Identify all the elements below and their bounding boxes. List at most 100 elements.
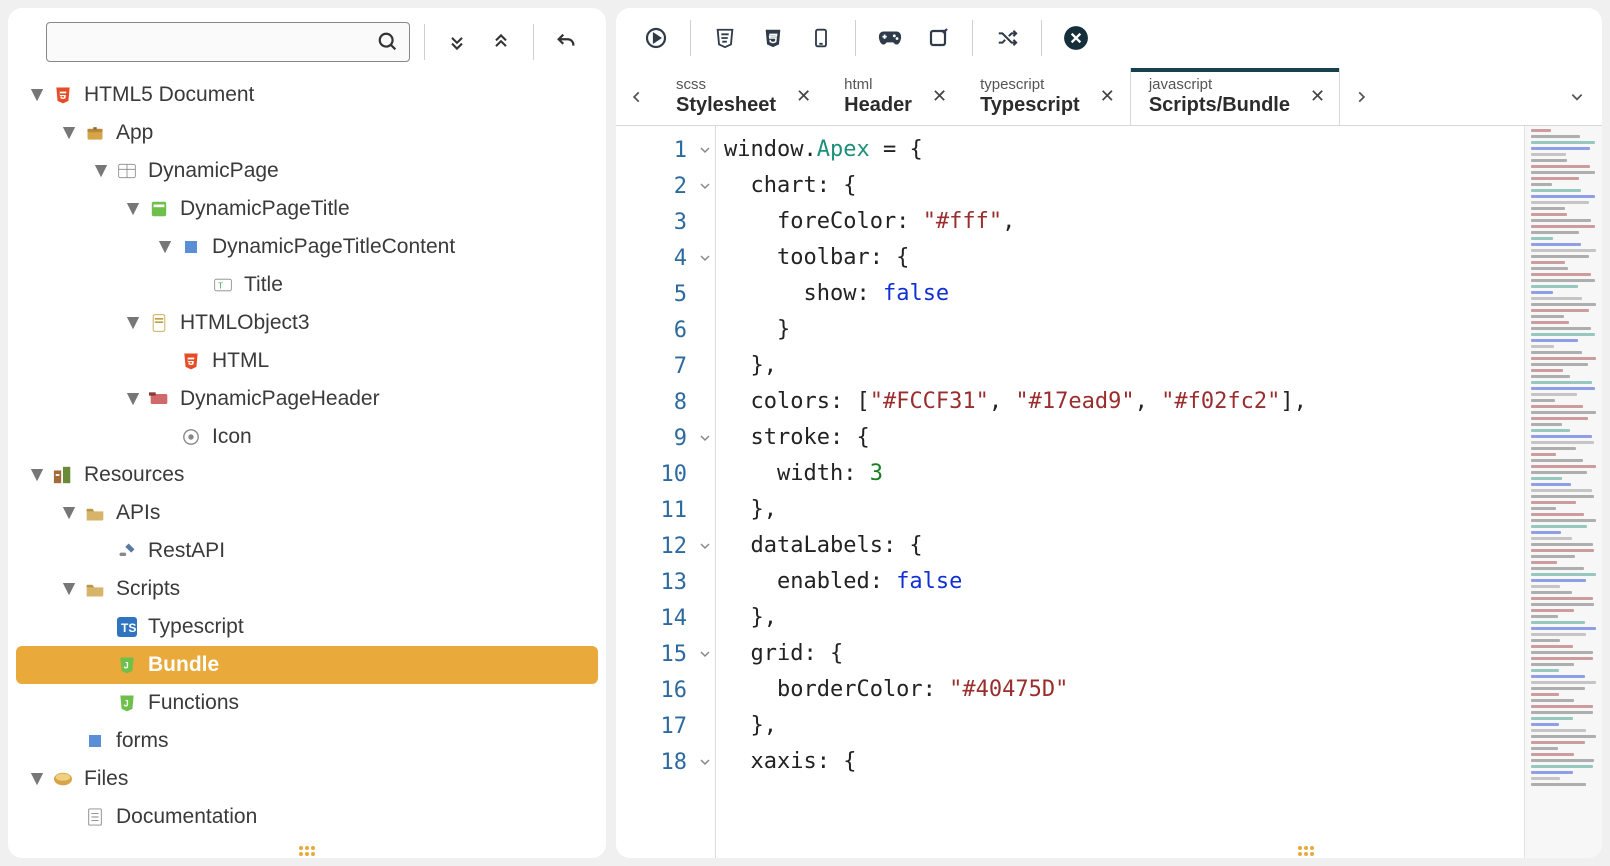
code-line[interactable]: window.Apex = {	[724, 132, 1524, 168]
shuffle-icon[interactable]	[987, 18, 1027, 58]
code-line[interactable]: show: false	[724, 276, 1524, 312]
search-input[interactable]	[47, 26, 367, 58]
code-line[interactable]: }	[724, 312, 1524, 348]
code-line[interactable]: xaxis: {	[724, 744, 1524, 780]
twisty-icon[interactable]: ▼	[28, 83, 46, 107]
tree-item[interactable]: Documentation	[16, 798, 598, 836]
search-icon[interactable]	[367, 31, 409, 53]
line-number[interactable]: 9	[616, 420, 715, 456]
twisty-icon[interactable]: ▼	[124, 197, 142, 221]
html5-filled-icon[interactable]	[753, 18, 793, 58]
code-line[interactable]: chart: {	[724, 168, 1524, 204]
fold-icon[interactable]	[699, 252, 711, 264]
twisty-icon[interactable]: ▼	[28, 767, 46, 791]
editor-tab[interactable]: scssStylesheet✕	[658, 68, 826, 125]
line-gutter[interactable]: 123456789101112131415161718	[616, 126, 716, 858]
code-line[interactable]: },	[724, 492, 1524, 528]
line-number[interactable]: 17	[616, 708, 715, 744]
gamepad-icon[interactable]	[870, 18, 910, 58]
tree-item[interactable]: ▼HTML5 Document	[16, 76, 598, 114]
tab-scroll-right-button[interactable]	[1340, 68, 1382, 125]
twisty-icon[interactable]: ▼	[156, 235, 174, 259]
code-line[interactable]: dataLabels: {	[724, 528, 1524, 564]
search-input-wrap[interactable]	[46, 22, 410, 62]
tree-item[interactable]: ▼Resources	[16, 456, 598, 494]
editor-tab[interactable]: typescriptTypescript✕	[962, 68, 1130, 125]
line-number[interactable]: 18	[616, 744, 715, 780]
collapse-all-button[interactable]	[483, 24, 519, 60]
line-number[interactable]: 1	[616, 132, 715, 168]
line-number[interactable]: 15	[616, 636, 715, 672]
tab-overflow-button[interactable]	[1552, 68, 1602, 125]
tree-item[interactable]: ▼Files	[16, 760, 598, 798]
twisty-icon[interactable]: ▼	[60, 577, 78, 601]
line-number[interactable]: 16	[616, 672, 715, 708]
close-circle-icon[interactable]	[1056, 18, 1096, 58]
tree-item[interactable]: ▼DynamicPageTitle	[16, 190, 598, 228]
tree-item[interactable]: RestAPI	[16, 532, 598, 570]
line-number[interactable]: 4	[616, 240, 715, 276]
undo-button[interactable]	[548, 24, 584, 60]
code-line[interactable]: foreColor: "#fff",	[724, 204, 1524, 240]
tab-scroll-left-button[interactable]	[616, 68, 658, 125]
fold-icon[interactable]	[699, 144, 711, 156]
line-number[interactable]: 12	[616, 528, 715, 564]
run-button[interactable]	[636, 18, 676, 58]
twisty-icon[interactable]: ▼	[124, 387, 142, 411]
line-number[interactable]: 14	[616, 600, 715, 636]
tab-close-icon[interactable]: ✕	[932, 86, 947, 107]
code-line[interactable]: grid: {	[724, 636, 1524, 672]
tree-item[interactable]: ▼HTMLObject3	[16, 304, 598, 342]
tree-item[interactable]: ▼DynamicPageHeader	[16, 380, 598, 418]
line-number[interactable]: 11	[616, 492, 715, 528]
code-line[interactable]: width: 3	[724, 456, 1524, 492]
tab-close-icon[interactable]: ✕	[796, 86, 811, 107]
tree-item[interactable]: ▼APIs	[16, 494, 598, 532]
fold-icon[interactable]	[699, 648, 711, 660]
tree-view[interactable]: ▼HTML5 Document▼App▼DynamicPage▼DynamicP…	[8, 76, 606, 858]
html5-outline-icon[interactable]	[705, 18, 745, 58]
tree-item[interactable]: HTML	[16, 342, 598, 380]
fold-icon[interactable]	[699, 180, 711, 192]
expand-all-button[interactable]	[439, 24, 475, 60]
editor-tab[interactable]: javascriptScripts/Bundle✕	[1130, 68, 1340, 125]
tab-close-icon[interactable]: ✕	[1310, 86, 1325, 107]
line-number[interactable]: 6	[616, 312, 715, 348]
resize-handle-horizontal-icon[interactable]	[1298, 846, 1314, 856]
code-editor[interactable]: 123456789101112131415161718 window.Apex …	[616, 126, 1602, 858]
fold-icon[interactable]	[699, 756, 711, 768]
tree-item[interactable]: JBundle	[16, 646, 598, 684]
twisty-icon[interactable]: ▼	[92, 159, 110, 183]
code-area[interactable]: window.Apex = { chart: { foreColor: "#ff…	[716, 126, 1524, 858]
code-line[interactable]: enabled: false	[724, 564, 1524, 600]
line-number[interactable]: 13	[616, 564, 715, 600]
code-line[interactable]: stroke: {	[724, 420, 1524, 456]
minimap[interactable]	[1524, 126, 1602, 858]
fold-icon[interactable]	[699, 540, 711, 552]
tree-item[interactable]: ▼DynamicPageTitleContent	[16, 228, 598, 266]
tree-item[interactable]: ▼DynamicPage	[16, 152, 598, 190]
line-number[interactable]: 7	[616, 348, 715, 384]
tree-item[interactable]: TTitle	[16, 266, 598, 304]
code-line[interactable]: toolbar: {	[724, 240, 1524, 276]
tree-item[interactable]: JFunctions	[16, 684, 598, 722]
device-mobile-icon[interactable]	[801, 18, 841, 58]
tree-item[interactable]: forms	[16, 722, 598, 760]
code-line[interactable]: },	[724, 600, 1524, 636]
line-number[interactable]: 2	[616, 168, 715, 204]
code-line[interactable]: borderColor: "#40475D"	[724, 672, 1524, 708]
editor-tab[interactable]: htmlHeader✕	[826, 68, 962, 125]
tree-item[interactable]: TSTypescript	[16, 608, 598, 646]
fold-icon[interactable]	[699, 432, 711, 444]
tree-item[interactable]: Icon	[16, 418, 598, 456]
twisty-icon[interactable]: ▼	[124, 311, 142, 335]
tab-close-icon[interactable]: ✕	[1100, 86, 1115, 107]
code-line[interactable]: colors: ["#FCCF31", "#17ead9", "#f02fc2"…	[724, 384, 1524, 420]
line-number[interactable]: 8	[616, 384, 715, 420]
tree-item[interactable]: ▼Scripts	[16, 570, 598, 608]
tree-item[interactable]: ▼App	[16, 114, 598, 152]
twisty-icon[interactable]: ▼	[60, 121, 78, 145]
code-line[interactable]: },	[724, 708, 1524, 744]
line-number[interactable]: 10	[616, 456, 715, 492]
resize-handle-horizontal-icon[interactable]	[299, 846, 315, 856]
